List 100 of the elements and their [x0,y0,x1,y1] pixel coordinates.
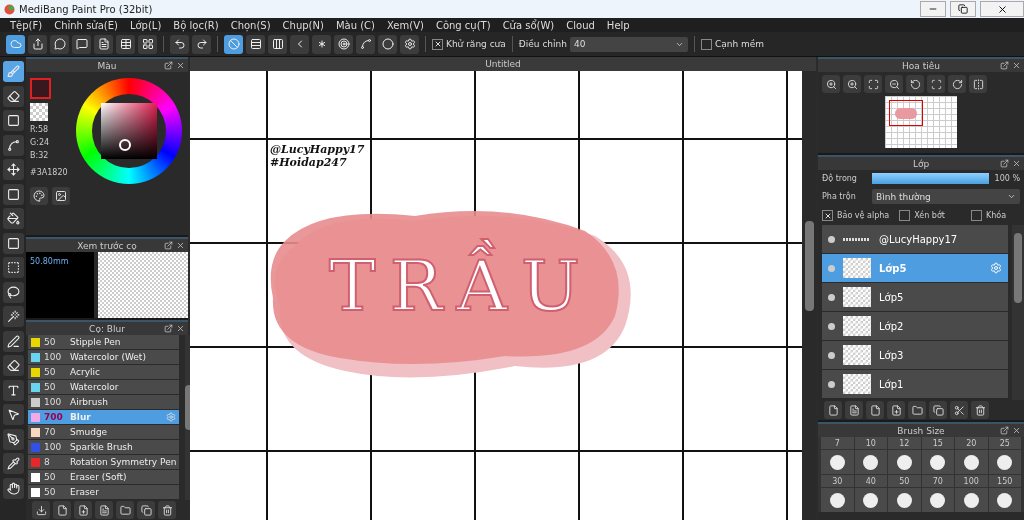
navigator-button[interactable] [885,75,903,93]
panel-button[interactable] [53,501,71,519]
visibility-dot[interactable] [828,380,835,388]
visibility-dot[interactable] [828,235,835,243]
redo-button[interactable] [192,34,211,54]
brush-list-item[interactable]: 50 Eraser (Soft) [28,470,180,484]
snap-button[interactable] [246,34,265,54]
toolbar-button[interactable] [72,34,91,54]
color-picker-ring[interactable] [119,139,131,151]
visibility-dot[interactable] [828,293,835,301]
menu-item[interactable]: Bộ lọc(R) [167,19,225,31]
tool-button[interactable] [2,281,24,303]
drawing-canvas[interactable]: @LucyHappy17 #Hoidap247 TRẦU [190,71,802,520]
menu-item[interactable]: Chỉnh sửa(E) [48,19,124,31]
menu-item[interactable]: Cloud [560,19,601,31]
visibility-dot[interactable] [828,322,835,330]
brush-size-circle[interactable] [997,454,1013,470]
snap-button[interactable] [400,34,419,54]
navigator-button[interactable] [822,75,840,93]
undo-button[interactable] [170,34,189,54]
layer-row[interactable]: @LucyHappy17 [822,225,1008,253]
checkbox[interactable] [822,210,833,221]
transparent-swatch[interactable] [30,103,48,121]
menu-item[interactable]: Tệp(F) [4,19,49,31]
tool-button[interactable] [2,404,24,425]
snap-button[interactable] [312,34,331,54]
brush-list-item[interactable]: 100 Watercolor (Wet) [28,350,180,364]
tool-button[interactable] [2,257,24,278]
layer-row[interactable]: Lớp5 [822,283,1008,311]
panel-button[interactable] [32,501,50,519]
checkbox[interactable] [970,210,982,221]
brush-size-circle[interactable] [997,492,1013,508]
layer-button[interactable] [971,401,989,419]
brush-size-circle[interactable] [963,492,979,508]
tool-button[interactable] [2,183,24,205]
menu-item[interactable]: Chọn(S) [224,19,277,31]
toolbar-button[interactable] [50,34,69,54]
brush-size-circle[interactable] [829,454,845,470]
brush-list-item[interactable]: 70 Smudge [28,425,180,439]
panel-button[interactable] [74,501,92,519]
brush-list-item[interactable]: 50 Watercolor [28,380,180,394]
menu-item[interactable]: Help [600,19,636,31]
navigator-button[interactable] [969,75,987,93]
menu-item[interactable]: Chụp(N) [276,19,330,31]
canvas-tab[interactable]: Untitled [190,57,816,71]
navigator-button[interactable] [927,75,945,93]
checkbox[interactable] [899,210,911,221]
brush-list-item[interactable]: 50 Stipple Pen [28,335,180,349]
layer-button[interactable] [950,401,968,419]
panel-button[interactable] [116,501,134,519]
menu-item[interactable]: Xem(V) [380,19,430,31]
opacity-slider[interactable] [872,173,989,184]
menu-item[interactable]: Cửa sổ(W) [496,19,561,31]
menu-item[interactable]: Lớp(L) [123,19,168,31]
tool-button[interactable] [2,159,24,180]
visibility-dot[interactable] [828,264,835,272]
navigator-button[interactable] [843,75,861,93]
toolbar-button[interactable] [116,34,135,54]
navigator-thumbnail[interactable] [885,96,957,148]
layer-button[interactable] [824,401,842,419]
layer-button[interactable] [845,401,863,419]
tool-button[interactable] [2,208,24,229]
layer-row[interactable]: Lớp3 [822,341,1008,369]
tool-button[interactable] [2,477,24,499]
checkbox[interactable] [432,38,443,50]
snap-button[interactable] [356,34,375,54]
navigator-button[interactable] [864,75,882,93]
brush-size-circle[interactable] [963,454,979,470]
tool-button[interactable] [2,428,24,450]
brush-list-item[interactable]: 50 Eraser [28,485,180,499]
menu-item[interactable]: Màu (C) [329,19,381,31]
snap-button[interactable] [334,34,353,54]
scrollbar-thumb[interactable] [1014,233,1022,303]
palette-button[interactable] [30,187,48,205]
color-settings-button[interactable] [52,187,70,205]
toolbar-button[interactable] [6,34,25,54]
panel-button[interactable] [158,501,176,519]
tool-button[interactable] [2,379,24,401]
tool-button[interactable] [2,306,24,327]
brush-list-item[interactable]: 100 Airbrush [28,395,180,409]
view-frame[interactable] [889,100,923,126]
saturation-square[interactable] [101,103,157,159]
scrollbar-thumb[interactable] [804,221,814,311]
brush-size-circle[interactable] [829,492,845,508]
tool-button[interactable] [2,85,24,107]
layer-button[interactable] [908,401,926,419]
brush-size-circle[interactable] [896,492,912,508]
restore-button[interactable] [950,1,976,17]
foreground-color-swatch[interactable] [30,78,51,99]
snap-button[interactable] [378,34,397,54]
layer-button[interactable] [866,401,884,419]
brush-list-item[interactable]: 50 Acrylic [28,365,180,379]
snap-button[interactable] [268,34,287,54]
brush-size-circle[interactable] [863,492,879,508]
toolbar-button[interactable] [138,34,157,54]
navigator-button[interactable] [906,75,924,93]
brush-list-item[interactable]: 8 Rotation Symmetry Pen [28,455,180,469]
brush-list-item[interactable]: 100 Sparkle Brush [28,440,180,454]
layer-button[interactable] [929,401,947,419]
tool-button[interactable] [2,453,24,474]
